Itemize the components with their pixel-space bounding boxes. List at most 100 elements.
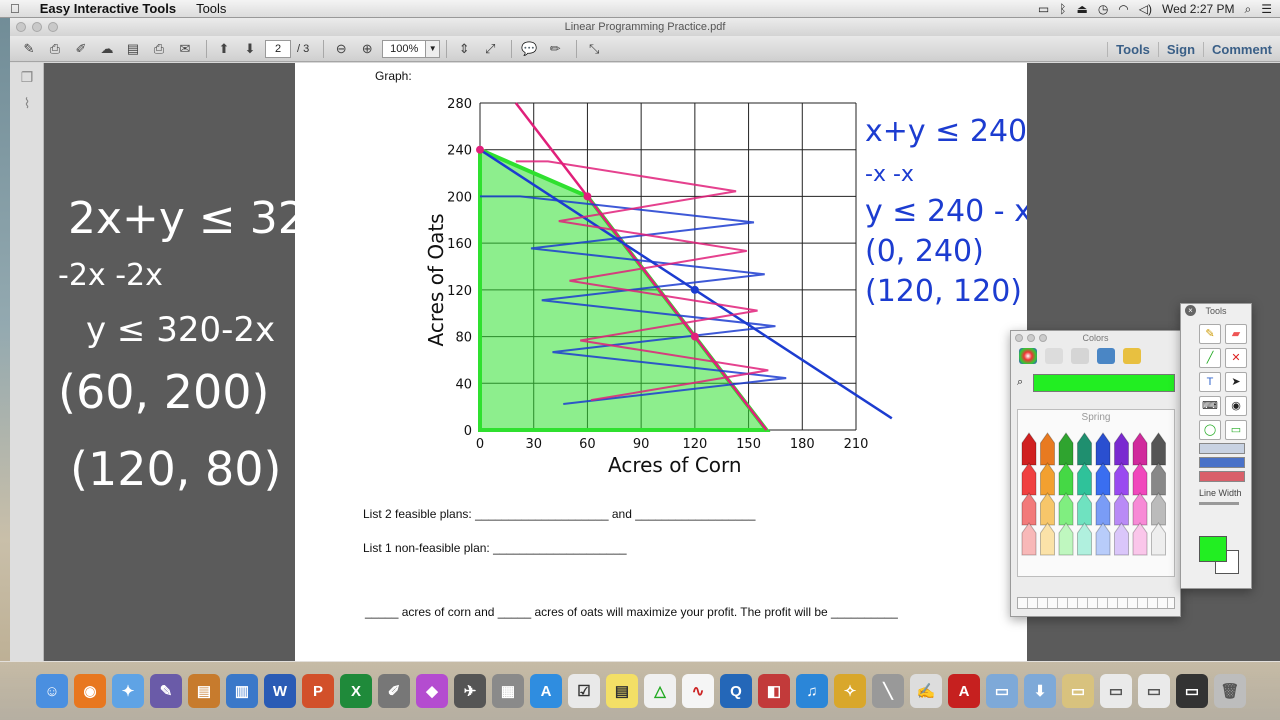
line-icon[interactable]: ╱ xyxy=(1199,348,1221,368)
minimize-icon[interactable] xyxy=(32,22,42,32)
quicktime-icon[interactable]: Q xyxy=(720,674,752,708)
stroke-red[interactable] xyxy=(1199,471,1245,482)
crayon[interactable] xyxy=(1058,462,1074,496)
color-wheel-icon[interactable] xyxy=(1019,348,1037,364)
color-palettes-icon[interactable] xyxy=(1071,348,1089,364)
rectangle-icon[interactable]: ▭ xyxy=(1225,420,1247,440)
upload-icon[interactable]: ☁ xyxy=(96,39,118,59)
zoom-in-icon[interactable]: ⊕ xyxy=(356,39,378,59)
color-app-icon[interactable]: ◆ xyxy=(416,674,448,708)
stickies-icon[interactable]: ▤ xyxy=(606,674,638,708)
notes-app-icon[interactable]: ✍ xyxy=(910,674,942,708)
airplay-icon[interactable]: ▭ xyxy=(1038,2,1049,16)
page-number-input[interactable]: 2 xyxy=(265,39,291,58)
volume-icon[interactable]: ◁) xyxy=(1139,2,1152,16)
print-icon[interactable]: ⎙ xyxy=(148,39,170,59)
pages-icon[interactable]: ❐ xyxy=(17,69,37,89)
stroke-blue[interactable] xyxy=(1199,457,1245,468)
crayon[interactable] xyxy=(1077,462,1092,496)
crayon[interactable] xyxy=(1077,522,1092,556)
close-tools-icon[interactable]: × xyxy=(1185,305,1196,316)
crayon[interactable] xyxy=(1095,522,1111,556)
crayon[interactable] xyxy=(1058,522,1074,556)
magnifier-icon[interactable]: ⌕ xyxy=(1017,376,1023,389)
crayons-icon[interactable] xyxy=(1123,348,1141,364)
tools-link[interactable]: Tools xyxy=(1107,41,1158,57)
pen-tool-icon[interactable]: ╲ xyxy=(872,674,904,708)
save-icon[interactable]: ▤ xyxy=(122,39,144,59)
word-icon[interactable]: W xyxy=(264,674,296,708)
export-icon[interactable]: ⎙ xyxy=(44,39,66,59)
crayon[interactable] xyxy=(1151,432,1166,466)
text-icon[interactable]: T xyxy=(1199,372,1221,392)
window-thumb-icon[interactable]: ▭ xyxy=(1176,674,1208,708)
foreground-color-swatch[interactable] xyxy=(1199,536,1227,562)
zoom-dropdown-icon[interactable]: ▼ xyxy=(426,39,441,58)
next-page-icon[interactable]: ⬇ xyxy=(239,39,261,59)
powerpoint-icon[interactable]: P xyxy=(302,674,334,708)
document-folder-icon[interactable]: ▭ xyxy=(1062,674,1094,708)
eraser-icon[interactable]: ▰ xyxy=(1225,324,1247,344)
email-icon[interactable]: ✉ xyxy=(174,39,196,59)
close-window-icon[interactable] xyxy=(16,22,26,32)
keynote-icon[interactable]: ▤ xyxy=(188,674,220,708)
spotlight-icon[interactable]: ⌕ xyxy=(1245,2,1252,17)
eject-icon[interactable]: ⏏ xyxy=(1076,2,1087,16)
create-icon[interactable]: ✎ xyxy=(18,39,40,59)
line-width-slider[interactable] xyxy=(1199,502,1239,505)
downloads-folder-icon[interactable]: ⬇ xyxy=(1024,674,1056,708)
attachments-icon[interactable]: ⌇ xyxy=(17,95,37,115)
brush-app-icon[interactable]: ✎ xyxy=(150,674,182,708)
edit-icon[interactable]: ✐ xyxy=(70,39,92,59)
apple-icon[interactable]:  xyxy=(0,1,30,16)
crayon[interactable] xyxy=(1095,462,1111,496)
crayon[interactable] xyxy=(1095,432,1111,466)
ellipse-icon[interactable]: ◯ xyxy=(1199,420,1221,440)
window-thumb-icon[interactable]: ▭ xyxy=(1138,674,1170,708)
delete-icon[interactable]: ✕ xyxy=(1225,348,1247,368)
sign-link[interactable]: Sign xyxy=(1157,41,1203,57)
crayon[interactable] xyxy=(1077,492,1092,526)
crayon[interactable] xyxy=(1058,492,1074,526)
crayon[interactable] xyxy=(1151,492,1166,526)
color-sliders-icon[interactable] xyxy=(1045,348,1063,364)
crayon[interactable] xyxy=(1114,522,1129,556)
crayon[interactable] xyxy=(1040,492,1055,526)
compass-icon[interactable]: ✧ xyxy=(834,674,866,708)
zoom-input[interactable]: 100% xyxy=(382,39,427,58)
crayons[interactable] xyxy=(1018,423,1174,573)
crayon[interactable] xyxy=(1151,522,1166,556)
crayon[interactable] xyxy=(1132,432,1148,466)
app-store-icon[interactable]: A xyxy=(530,674,562,708)
trash-icon[interactable]: 🗑 xyxy=(1214,674,1246,708)
tools-menu[interactable]: Tools xyxy=(186,1,236,16)
crayon[interactable] xyxy=(1021,522,1037,556)
crayon[interactable] xyxy=(1021,492,1037,526)
crayon[interactable] xyxy=(1077,432,1092,466)
crayon[interactable] xyxy=(1095,492,1111,526)
geometry-app-icon[interactable]: △ xyxy=(644,674,676,708)
clock[interactable]: Wed 2:27 PM xyxy=(1162,2,1234,16)
photo-booth-icon[interactable]: ◧ xyxy=(758,674,790,708)
itunes-icon[interactable]: ♫ xyxy=(796,674,828,708)
crayon[interactable] xyxy=(1132,462,1148,496)
crayon[interactable] xyxy=(1132,522,1148,556)
zoom-out-icon[interactable]: ⊖ xyxy=(330,39,352,59)
image-palettes-icon[interactable] xyxy=(1097,348,1115,364)
bluetooth-icon[interactable]: ᛒ xyxy=(1059,2,1066,16)
excel-icon[interactable]: X xyxy=(340,674,372,708)
time-machine-icon[interactable]: ◷ xyxy=(1098,2,1108,16)
comment-bubble-icon[interactable]: 💬 xyxy=(518,39,540,59)
stroke-thin[interactable] xyxy=(1199,443,1245,454)
zoom-icon[interactable] xyxy=(48,22,58,32)
camera-icon[interactable]: ◉ xyxy=(1225,396,1247,416)
wifi-icon[interactable]: ◠ xyxy=(1118,2,1128,16)
firefox-icon[interactable]: ◉ xyxy=(74,674,106,708)
keyboard-icon[interactable]: ⌨ xyxy=(1199,396,1221,416)
folder-icon[interactable]: ▭ xyxy=(986,674,1018,708)
crayon[interactable] xyxy=(1151,462,1166,496)
safari-icon[interactable]: ✦ xyxy=(112,674,144,708)
highlight-icon[interactable]: ✏ xyxy=(544,39,566,59)
preview-icon[interactable]: ▦ xyxy=(492,674,524,708)
crayon[interactable] xyxy=(1114,462,1129,496)
